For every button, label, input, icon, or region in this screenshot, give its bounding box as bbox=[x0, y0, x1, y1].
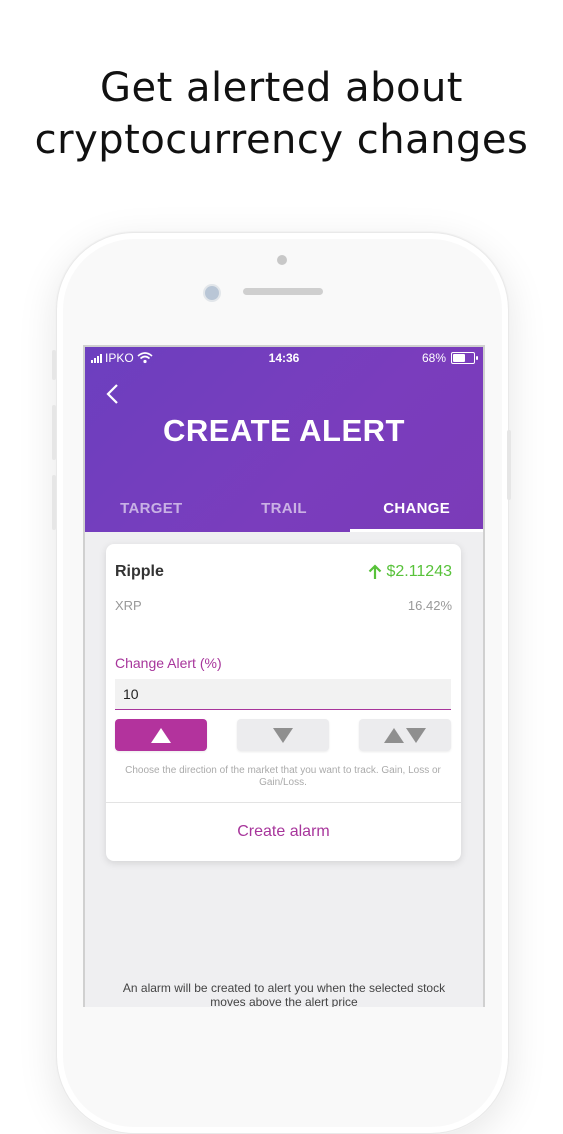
direction-both-button[interactable] bbox=[359, 719, 451, 751]
tab-change[interactable]: CHANGE bbox=[350, 493, 483, 532]
headline-line-2: cryptocurrency changes bbox=[34, 117, 529, 163]
coin-symbol: XRP bbox=[115, 598, 142, 613]
up-down-icon bbox=[384, 727, 404, 743]
battery-level-fill bbox=[453, 354, 466, 362]
back-button[interactable] bbox=[105, 383, 129, 409]
direction-up-button[interactable] bbox=[115, 719, 207, 751]
change-alert-input[interactable] bbox=[115, 679, 451, 710]
alert-card: Ripple $2.11243 XRP 16.42% Change Alert … bbox=[106, 544, 461, 861]
coin-price: $2.11243 bbox=[368, 563, 452, 581]
arrow-up-icon bbox=[369, 564, 382, 579]
chevron-left-icon bbox=[106, 384, 118, 404]
app-header: IPKO 14:36 68% CREATE ALERT TARGET TRAIL… bbox=[85, 347, 483, 532]
coin-name: Ripple bbox=[115, 563, 164, 580]
up-icon bbox=[151, 727, 171, 743]
direction-down-button[interactable] bbox=[237, 719, 329, 751]
app-screen: IPKO 14:36 68% CREATE ALERT TARGET TRAIL… bbox=[83, 345, 485, 1007]
headline-line-1: Get alerted about bbox=[100, 65, 463, 111]
phone-volume-down bbox=[52, 475, 56, 530]
coin-price-value: $2.11243 bbox=[386, 563, 452, 580]
phone-volume-up bbox=[52, 405, 56, 460]
phone-power-button bbox=[507, 430, 511, 500]
down-part-icon bbox=[406, 727, 426, 743]
headline: Get alerted about cryptocurrency changes bbox=[0, 62, 563, 166]
change-alert-label: Change Alert (%) bbox=[115, 655, 222, 671]
tab-trail[interactable]: TRAIL bbox=[218, 493, 351, 532]
direction-helper-text: Choose the direction of the market that … bbox=[125, 765, 441, 788]
phone-speaker bbox=[243, 288, 323, 295]
battery-icon bbox=[451, 352, 478, 364]
alert-type-tabs: TARGET TRAIL CHANGE bbox=[85, 493, 483, 532]
phone-mute-switch bbox=[52, 350, 56, 380]
down-icon bbox=[273, 727, 293, 743]
status-right: 68% bbox=[421, 351, 478, 365]
phone-front-camera bbox=[203, 284, 221, 302]
create-alarm-button[interactable]: Create alarm bbox=[106, 802, 461, 861]
status-bar: IPKO 14:36 68% bbox=[85, 347, 483, 369]
tab-target[interactable]: TARGET bbox=[85, 493, 218, 532]
footer-info-text: An alarm will be created to alert you wh… bbox=[122, 981, 446, 1007]
page-title: CREATE ALERT bbox=[163, 413, 405, 448]
phone-sensor bbox=[277, 255, 287, 265]
battery-percent: 68% bbox=[421, 351, 446, 365]
coin-change-percent: 16.42% bbox=[407, 598, 452, 613]
